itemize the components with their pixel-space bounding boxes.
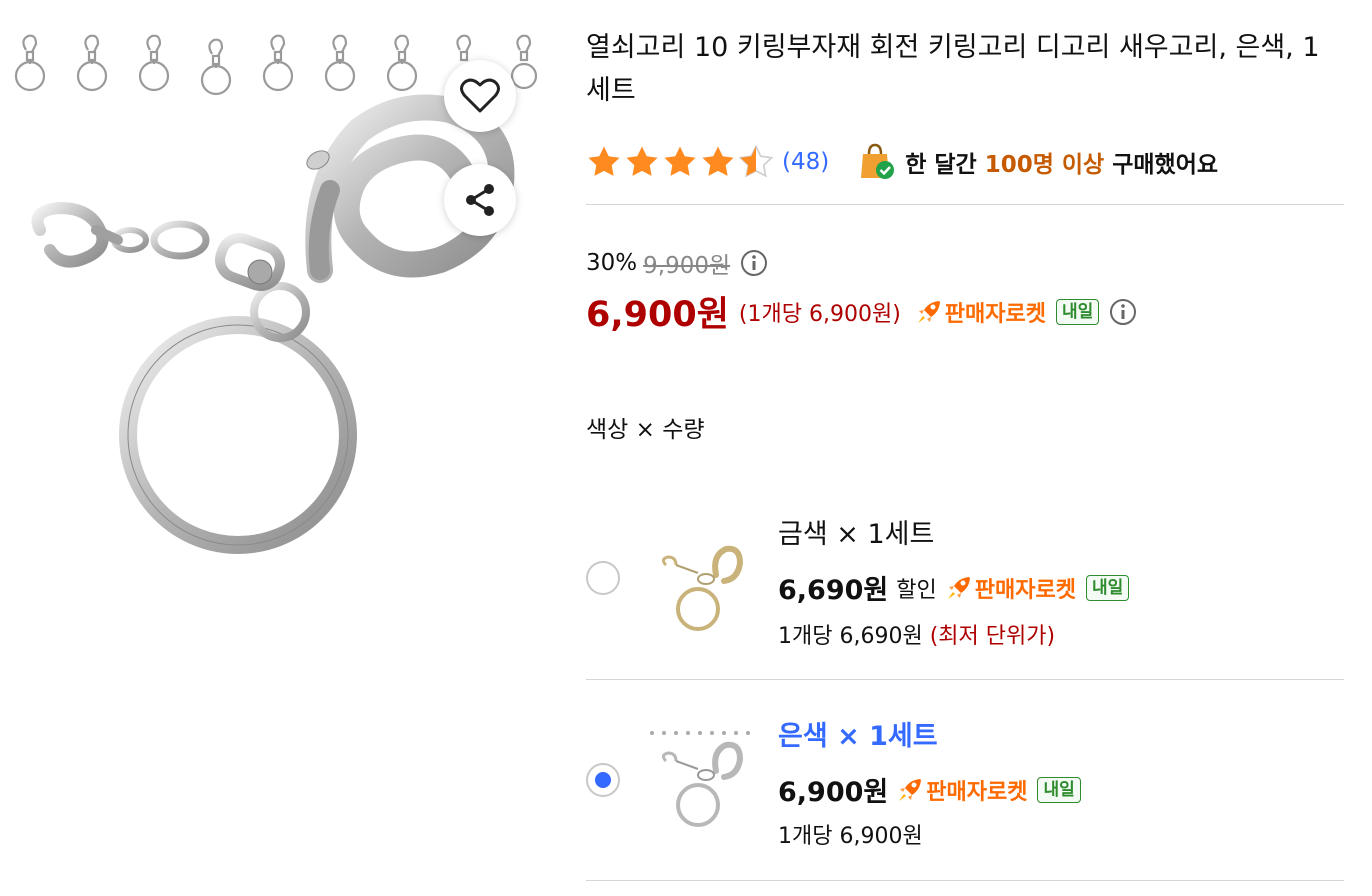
divider (586, 204, 1344, 205)
option-thumbnail (661, 545, 744, 631)
product-title: 열쇠고리 10 키링부자재 회전 키링고리 디고리 새우고리, 은색, 1세트 (586, 32, 1320, 106)
review-count-link[interactable]: (48) (782, 149, 829, 175)
share-icon (466, 184, 494, 216)
rocket-icon (899, 778, 922, 801)
star-icon (588, 146, 620, 176)
purchase-prefix: 한 달간 (905, 152, 985, 178)
purchase-count-text: 한 달간 100명 이상 구매했어요 (905, 145, 1218, 179)
product-image[interactable] (0, 0, 560, 600)
discount-rate: 30% (586, 250, 638, 276)
delivery-tomorrow-badge: 내일 (1055, 298, 1100, 325)
option-price: 6,900원 (778, 777, 889, 808)
sale-price: 6,900원 (586, 295, 729, 335)
lowest-unit-note: (최저 단위가) (929, 624, 1056, 649)
delivery-tomorrow-badge: 내일 (1037, 776, 1081, 803)
option-price: 6,690원 (778, 575, 889, 606)
info-icon[interactable] (1109, 298, 1137, 326)
option-name: 은색 × 1세트 (778, 721, 938, 752)
option-price-row: 6,690원 할인 판매자로켓 내일 (778, 568, 1130, 607)
option-item-gold[interactable]: 금색 × 1세트 6,690원 할인 판매자로켓 내일 1개당 6,690원 (… (586, 500, 1344, 680)
options-label: 색상 × 수량 (586, 417, 705, 443)
option-price-row: 6,900원 판매자로켓 내일 (778, 770, 1081, 809)
shopping-bag-icon (861, 143, 895, 179)
rocket-label: 판매자로켓 (926, 779, 1028, 805)
rocket-icon (947, 576, 970, 599)
rating-row: (48) 한 달간 100명 이상 구매했어요 (586, 140, 1218, 184)
star-icon (664, 146, 696, 176)
option-radio-selected[interactable] (586, 763, 620, 797)
seller-rocket-badge: 판매자로켓 (915, 296, 1046, 328)
heart-icon (460, 78, 500, 113)
original-price: 9,900원 (643, 253, 731, 279)
option-item-silver[interactable]: 은색 × 1세트 6,900원 판매자로켓 내일 1개당 6,900원 (586, 700, 1344, 880)
option-unit-price: 1개당 6,900원 (778, 824, 923, 849)
keyring-photo (31, 94, 515, 554)
share-button[interactable] (444, 164, 516, 236)
option-discount-label: 할인 (896, 577, 937, 603)
rocket-icon (917, 300, 940, 323)
option-radio[interactable] (586, 561, 620, 595)
unit-price: (1개당 6,900원) (738, 301, 901, 327)
option-name: 금색 × 1세트 (778, 519, 935, 550)
seller-rocket-badge: 판매자로켓 (945, 572, 1076, 604)
option-unit-price-text: 1개당 6,690원 (778, 624, 930, 649)
option-unit-price: 1개당 6,690원 (최저 단위가) (778, 618, 1055, 650)
rocket-label: 판매자로켓 (944, 301, 1046, 327)
rocket-label: 판매자로켓 (974, 577, 1076, 603)
info-icon[interactable] (740, 249, 768, 277)
divider (586, 880, 1344, 881)
purchase-highlight: 100명 이상 (984, 152, 1105, 178)
star-rating[interactable] (586, 145, 774, 179)
star-icon (626, 146, 658, 176)
divider (586, 679, 1344, 680)
purchase-suffix: 구매했어요 (1104, 152, 1219, 178)
star-icon (702, 146, 734, 176)
option-thumbnail (650, 731, 750, 827)
half-star-icon (738, 145, 774, 178)
delivery-tomorrow-badge: 내일 (1085, 574, 1130, 601)
wishlist-button[interactable] (444, 60, 516, 132)
price-row: 6,900원 (1개당 6,900원) 판매자로켓 내일 (586, 286, 1137, 337)
seller-rocket-badge: 판매자로켓 (896, 774, 1027, 806)
discount-row: 30% 9,900원 (586, 246, 768, 280)
